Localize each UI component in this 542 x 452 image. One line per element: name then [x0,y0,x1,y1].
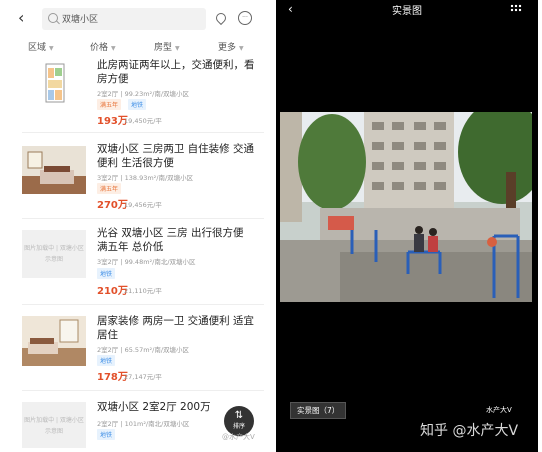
chevron-down-icon: ▼ [175,45,180,52]
floorplan-thumbnail [22,60,86,108]
watermark-left: @水产大V [222,433,255,441]
listing-meta: 2室2厅 | 65.57m²/南/双塘小区 [97,346,190,354]
photo-viewer-panel: ‹ 实景图 实景图（7） 水产大V 知乎 @水产大V [276,0,538,452]
divider [22,390,264,391]
listing-title: 居家装修 两房一卫 交通便利 适宜居住 [97,315,255,341]
list-item[interactable]: 双塘小区 三房两卫 自住装修 交通便利 生活很方便 3室2厅 | 138.93m… [8,142,264,212]
divider [22,132,264,133]
tag-subway: 地铁 [97,429,116,440]
chevron-down-icon: ▼ [49,45,54,52]
photo-count-button[interactable]: 实景图（7） [290,402,347,419]
tag-five-years: 满五年 [97,183,122,194]
filter-price[interactable]: 价格 ▼ [90,40,116,53]
list-item[interactable]: 此房两证两年以上，交通便利，看房方便 2室2厅 | 99.23m²/南/双塘小区… [8,58,264,128]
divider [22,304,264,305]
sort-label: 排序 [232,423,245,430]
listing-unit-price: 19,456元/平 [124,201,162,209]
listing-title: 光谷 双塘小区 三房 出行很方便 满五年 总价低 [97,227,244,253]
back-icon[interactable]: ‹ [18,8,24,28]
living-room-photo-thumbnail [22,316,86,366]
chevron-down-icon: ▼ [111,45,116,52]
listing-meta: 3室2厅 | 138.93m²/南/双塘小区 [97,174,194,182]
listing-title: 此房两证两年以上，交通便利，看房方便 [97,59,255,85]
listing-app-panel: ‹ 双塘小区 ··· 区域 ▼ 价格 ▼ 房型 ▼ 更多 ▼ 此房两证两年以上，交通便利… [8,0,264,452]
filter-layout[interactable]: 房型 ▼ [154,40,180,53]
filter-area[interactable]: 区域 ▼ [28,40,54,53]
chevron-down-icon: ▼ [239,45,244,52]
listing-meta: 2室2厅 | 101m²/南北/双塘小区 [97,420,190,428]
tag-five-years: 满五年 [97,99,122,110]
panel-gap [264,0,276,452]
filter-more[interactable]: 更多 ▼ [218,40,244,53]
search-icon [48,13,58,23]
watermark-small: 水产大V [486,406,512,414]
listing-meta: 3室2厅 | 99.48m²/南北/双塘小区 [97,258,196,266]
search-query: 双塘小区 [62,15,99,25]
list-item[interactable]: 居家装修 两房一卫 交通便利 适宜居住 2室2厅 | 65.57m²/南/双塘小… [8,314,264,384]
search-input[interactable]: 双塘小区 [42,8,206,30]
watermark-zhihu: 知乎 @水产大V [420,423,519,439]
tag-subway: 地铁 [97,268,116,279]
image-placeholder: 图片加载中 | 双塘小区示意图 [22,230,86,278]
bedroom-photo-thumbnail [22,146,86,194]
listing-unit-price: 27,147元/平 [124,373,162,381]
location-pin-icon[interactable] [213,10,229,26]
grid-icon[interactable] [510,4,522,12]
list-item[interactable]: 图片加载中 | 双塘小区示意图 光谷 双塘小区 三房 出行很方便 满五年 总价低… [8,226,264,297]
listing-unit-price: 21,110元/平 [124,287,162,295]
listing-meta: 2室2厅 | 99.23m²/南/双塘小区 [97,90,190,98]
sort-arrows-icon: ⇅ [234,410,244,421]
divider [22,218,264,219]
search-bar-row: ‹ 双塘小区 ··· [8,4,264,34]
tag-subway: 地铁 [97,355,116,366]
listing-unit-price: 19,450元/平 [124,117,162,125]
filter-bar: 区域 ▼ 价格 ▼ 房型 ▼ 更多 ▼ [8,36,264,56]
image-placeholder: 图片加载中 | 双塘小区示意图 [22,402,86,448]
tag-subway: 地铁 [128,99,147,110]
listing-title: 双塘小区 三房两卫 自住装修 交通便利 生活很方便 [97,143,255,169]
viewer-title: 实景图 [392,6,422,17]
community-photo[interactable] [280,112,532,302]
message-icon[interactable]: ··· [238,11,252,25]
